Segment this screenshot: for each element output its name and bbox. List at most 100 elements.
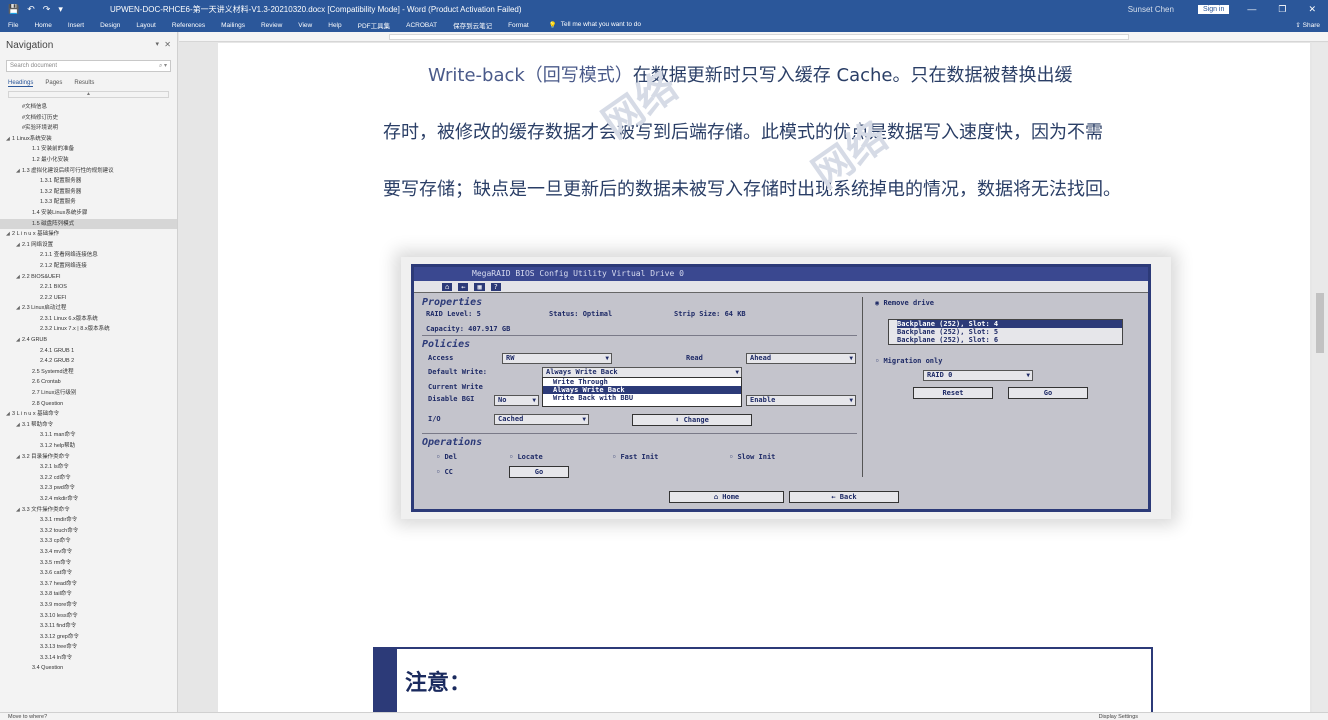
nav-heading-item[interactable]: 1.3.2 配置服务器 [0, 187, 177, 198]
nav-heading-item[interactable]: 2.4.2 GRUB 2 [0, 356, 177, 367]
chevron-down-icon: ▼ [605, 355, 609, 362]
tab-layout[interactable]: Layout [128, 22, 164, 29]
nav-heading-item[interactable]: ◢ 1.3 虚拟化建设后续可行性的规划建议 [0, 166, 177, 177]
nav-heading-item[interactable]: #实验环境说明 [0, 123, 177, 134]
tab-acrobat[interactable]: ACROBAT [398, 22, 445, 29]
nav-heading-item[interactable]: ◢ 2.2 BIOS&UEFI [0, 272, 177, 283]
bios-help-icon: ? [490, 282, 501, 291]
tab-view[interactable]: View [290, 22, 320, 29]
tab-pages[interactable]: Pages [45, 80, 62, 87]
nav-heading-item[interactable]: 3.3.8 tail命令 [0, 589, 177, 600]
tab-pdf-tools[interactable]: PDF工具集 [350, 20, 399, 30]
nav-heading-item[interactable]: 1.2 最小化安装 [0, 155, 177, 166]
nav-heading-item[interactable]: 3.3.6 cat命令 [0, 568, 177, 579]
search-icon[interactable]: ⌕ ▾ [159, 62, 167, 70]
tab-format[interactable]: Format [500, 22, 537, 29]
nav-heading-item[interactable]: ◢ 3.3 文件操作类命令 [0, 505, 177, 516]
tab-headings[interactable]: Headings [8, 80, 34, 87]
close-button[interactable]: ✕ [1308, 4, 1316, 15]
tab-help[interactable]: Help [320, 22, 349, 29]
nav-heading-item[interactable]: 3.3.13 tree命令 [0, 642, 177, 653]
nav-heading-item[interactable]: 2.8 Question [0, 399, 177, 410]
nav-heading-item[interactable]: 3.3.2 touch命令 [0, 526, 177, 537]
customize-icon[interactable]: ▾ [58, 4, 63, 15]
nav-heading-item[interactable]: ◢ 3.2 目录操作类命令 [0, 452, 177, 463]
nav-heading-item[interactable]: 2.2.1 BIOS [0, 282, 177, 293]
bios-back-icon: ← [458, 282, 469, 291]
nav-heading-item[interactable]: 3.2.1 ls命令 [0, 462, 177, 473]
nav-heading-item[interactable]: 1.3.1 配置服务器 [0, 176, 177, 187]
nav-heading-item[interactable]: 2.2.2 UEFI [0, 293, 177, 304]
tab-insert[interactable]: Insert [60, 22, 92, 29]
restore-button[interactable]: ❐ [1278, 4, 1286, 15]
nav-heading-item[interactable]: ◢ 3.1 帮助命令 [0, 420, 177, 431]
nav-heading-item[interactable]: 2.6 Crontab [0, 377, 177, 388]
nav-heading-item[interactable]: 3.3.5 rm命令 [0, 558, 177, 569]
search-document-input[interactable]: Search document ⌕ ▾ [6, 60, 171, 72]
tab-review[interactable]: Review [253, 22, 290, 29]
display-settings-button[interactable]: Display Settings [1099, 714, 1328, 720]
minimize-button[interactable]: — [1247, 4, 1256, 15]
nav-heading-item[interactable]: 1.3.3 配置服务 [0, 197, 177, 208]
nav-heading-item[interactable]: 3.3.14 ln命令 [0, 653, 177, 664]
share-button[interactable]: ⇪ Share [1295, 21, 1328, 29]
user-name: Sunset Chen [1127, 4, 1174, 14]
nav-heading-item[interactable]: 3.4 Question [0, 663, 177, 674]
document-page[interactable]: Write-back（回写模式）在数据更新时只写入缓存 Cache。只在数据被替… [218, 43, 1310, 717]
save-icon[interactable]: 💾 [8, 4, 19, 15]
nav-heading-item[interactable]: ◢ 2 L i n u x 基础操作 [0, 229, 177, 240]
nav-heading-item[interactable]: 3.3.12 grep命令 [0, 632, 177, 643]
nav-heading-item[interactable]: 3.1.2 help帮助 [0, 441, 177, 452]
nav-heading-item[interactable]: ◢ 2.3 Linux启动过程 [0, 303, 177, 314]
nav-heading-item[interactable]: 3.1.1 man命令 [0, 430, 177, 441]
tab-cloud-note[interactable]: 保存到云笔记 [445, 20, 500, 30]
nav-heading-item[interactable]: 2.3.1 Linux 6.x版本系统 [0, 314, 177, 325]
nav-heading-item[interactable]: 1.1 安装前的准备 [0, 144, 177, 155]
nav-heading-item[interactable]: 2.1.2 配置网络连接 [0, 261, 177, 272]
nav-heading-item[interactable]: ◢ 2.1 网络设置 [0, 240, 177, 251]
tab-file[interactable]: File [0, 22, 26, 29]
nav-heading-item[interactable]: ◢ 3 L i n u x 基础命令 [0, 409, 177, 420]
tell-me-box[interactable]: 💡 Tell me what you want to do [537, 21, 641, 29]
sign-in-button[interactable]: Sign in [1197, 4, 1230, 14]
tab-results[interactable]: Results [74, 80, 94, 87]
scrollbar-thumb[interactable] [1316, 293, 1324, 353]
nav-heading-item[interactable]: 3.3.3 cp命令 [0, 536, 177, 547]
nav-heading-item[interactable]: 3.3.7 head命令 [0, 579, 177, 590]
horizontal-ruler[interactable] [179, 32, 1328, 42]
nav-heading-item[interactable]: 3.3.4 mv命令 [0, 547, 177, 558]
tab-home[interactable]: Home [26, 22, 59, 29]
home-label: Home [722, 493, 740, 501]
nav-heading-item[interactable]: 2.4.1 GRUB 1 [0, 346, 177, 357]
nav-heading-item[interactable]: 3.2.4 mkdir命令 [0, 494, 177, 505]
nav-heading-item[interactable]: 3.3.11 find命令 [0, 621, 177, 632]
pane-options-icon[interactable]: ▾ [155, 40, 159, 48]
nav-heading-item[interactable]: 2.3.2 Linux 7.x | 8.x版本系统 [0, 324, 177, 335]
close-pane-icon[interactable]: ✕ [164, 40, 171, 49]
nav-heading-item[interactable]: 1.4 安装Linux系统步骤 [0, 208, 177, 219]
scroll-up-button[interactable]: ▲ [8, 91, 169, 98]
nav-heading-item[interactable]: 1.5 磁盘阵列模式 [0, 218, 177, 230]
nav-heading-label: 1.1 安装前的准备 [32, 146, 75, 153]
nav-heading-item[interactable]: 3.2.2 cd命令 [0, 473, 177, 484]
chevron-down-icon: ▼ [582, 416, 586, 423]
undo-icon[interactable]: ↶ [27, 4, 35, 15]
nav-heading-item[interactable]: 2.1.1 查看网络连接信息 [0, 250, 177, 261]
nav-heading-item[interactable]: ◢ 2.4 GRUB [0, 335, 177, 346]
nav-heading-item[interactable]: 3.3.9 more命令 [0, 600, 177, 611]
nav-heading-item[interactable]: #文档修订历史 [0, 113, 177, 124]
tab-mailings[interactable]: Mailings [213, 22, 253, 29]
nav-heading-item[interactable]: 3.2.3 pwd命令 [0, 483, 177, 494]
nav-heading-item[interactable]: ◢ 1 Linux系统安装 [0, 134, 177, 145]
nav-heading-item[interactable]: 2.7 Linux运行级别 [0, 388, 177, 399]
nav-heading-label: 3.3 文件操作类命令 [22, 506, 70, 513]
nav-heading-item[interactable]: 3.3.1 rmdir命令 [0, 515, 177, 526]
nav-heading-label: 3.2.2 cd命令 [40, 474, 71, 481]
nav-heading-item[interactable]: 3.3.10 less命令 [0, 611, 177, 622]
tab-references[interactable]: References [164, 22, 213, 29]
tab-design[interactable]: Design [92, 22, 128, 29]
nav-heading-item[interactable]: #文档信息 [0, 102, 177, 113]
nav-heading-item[interactable]: 2.5 Systemd进程 [0, 367, 177, 378]
redo-icon[interactable]: ↷ [43, 4, 51, 15]
vertical-scrollbar[interactable] [1312, 43, 1328, 715]
